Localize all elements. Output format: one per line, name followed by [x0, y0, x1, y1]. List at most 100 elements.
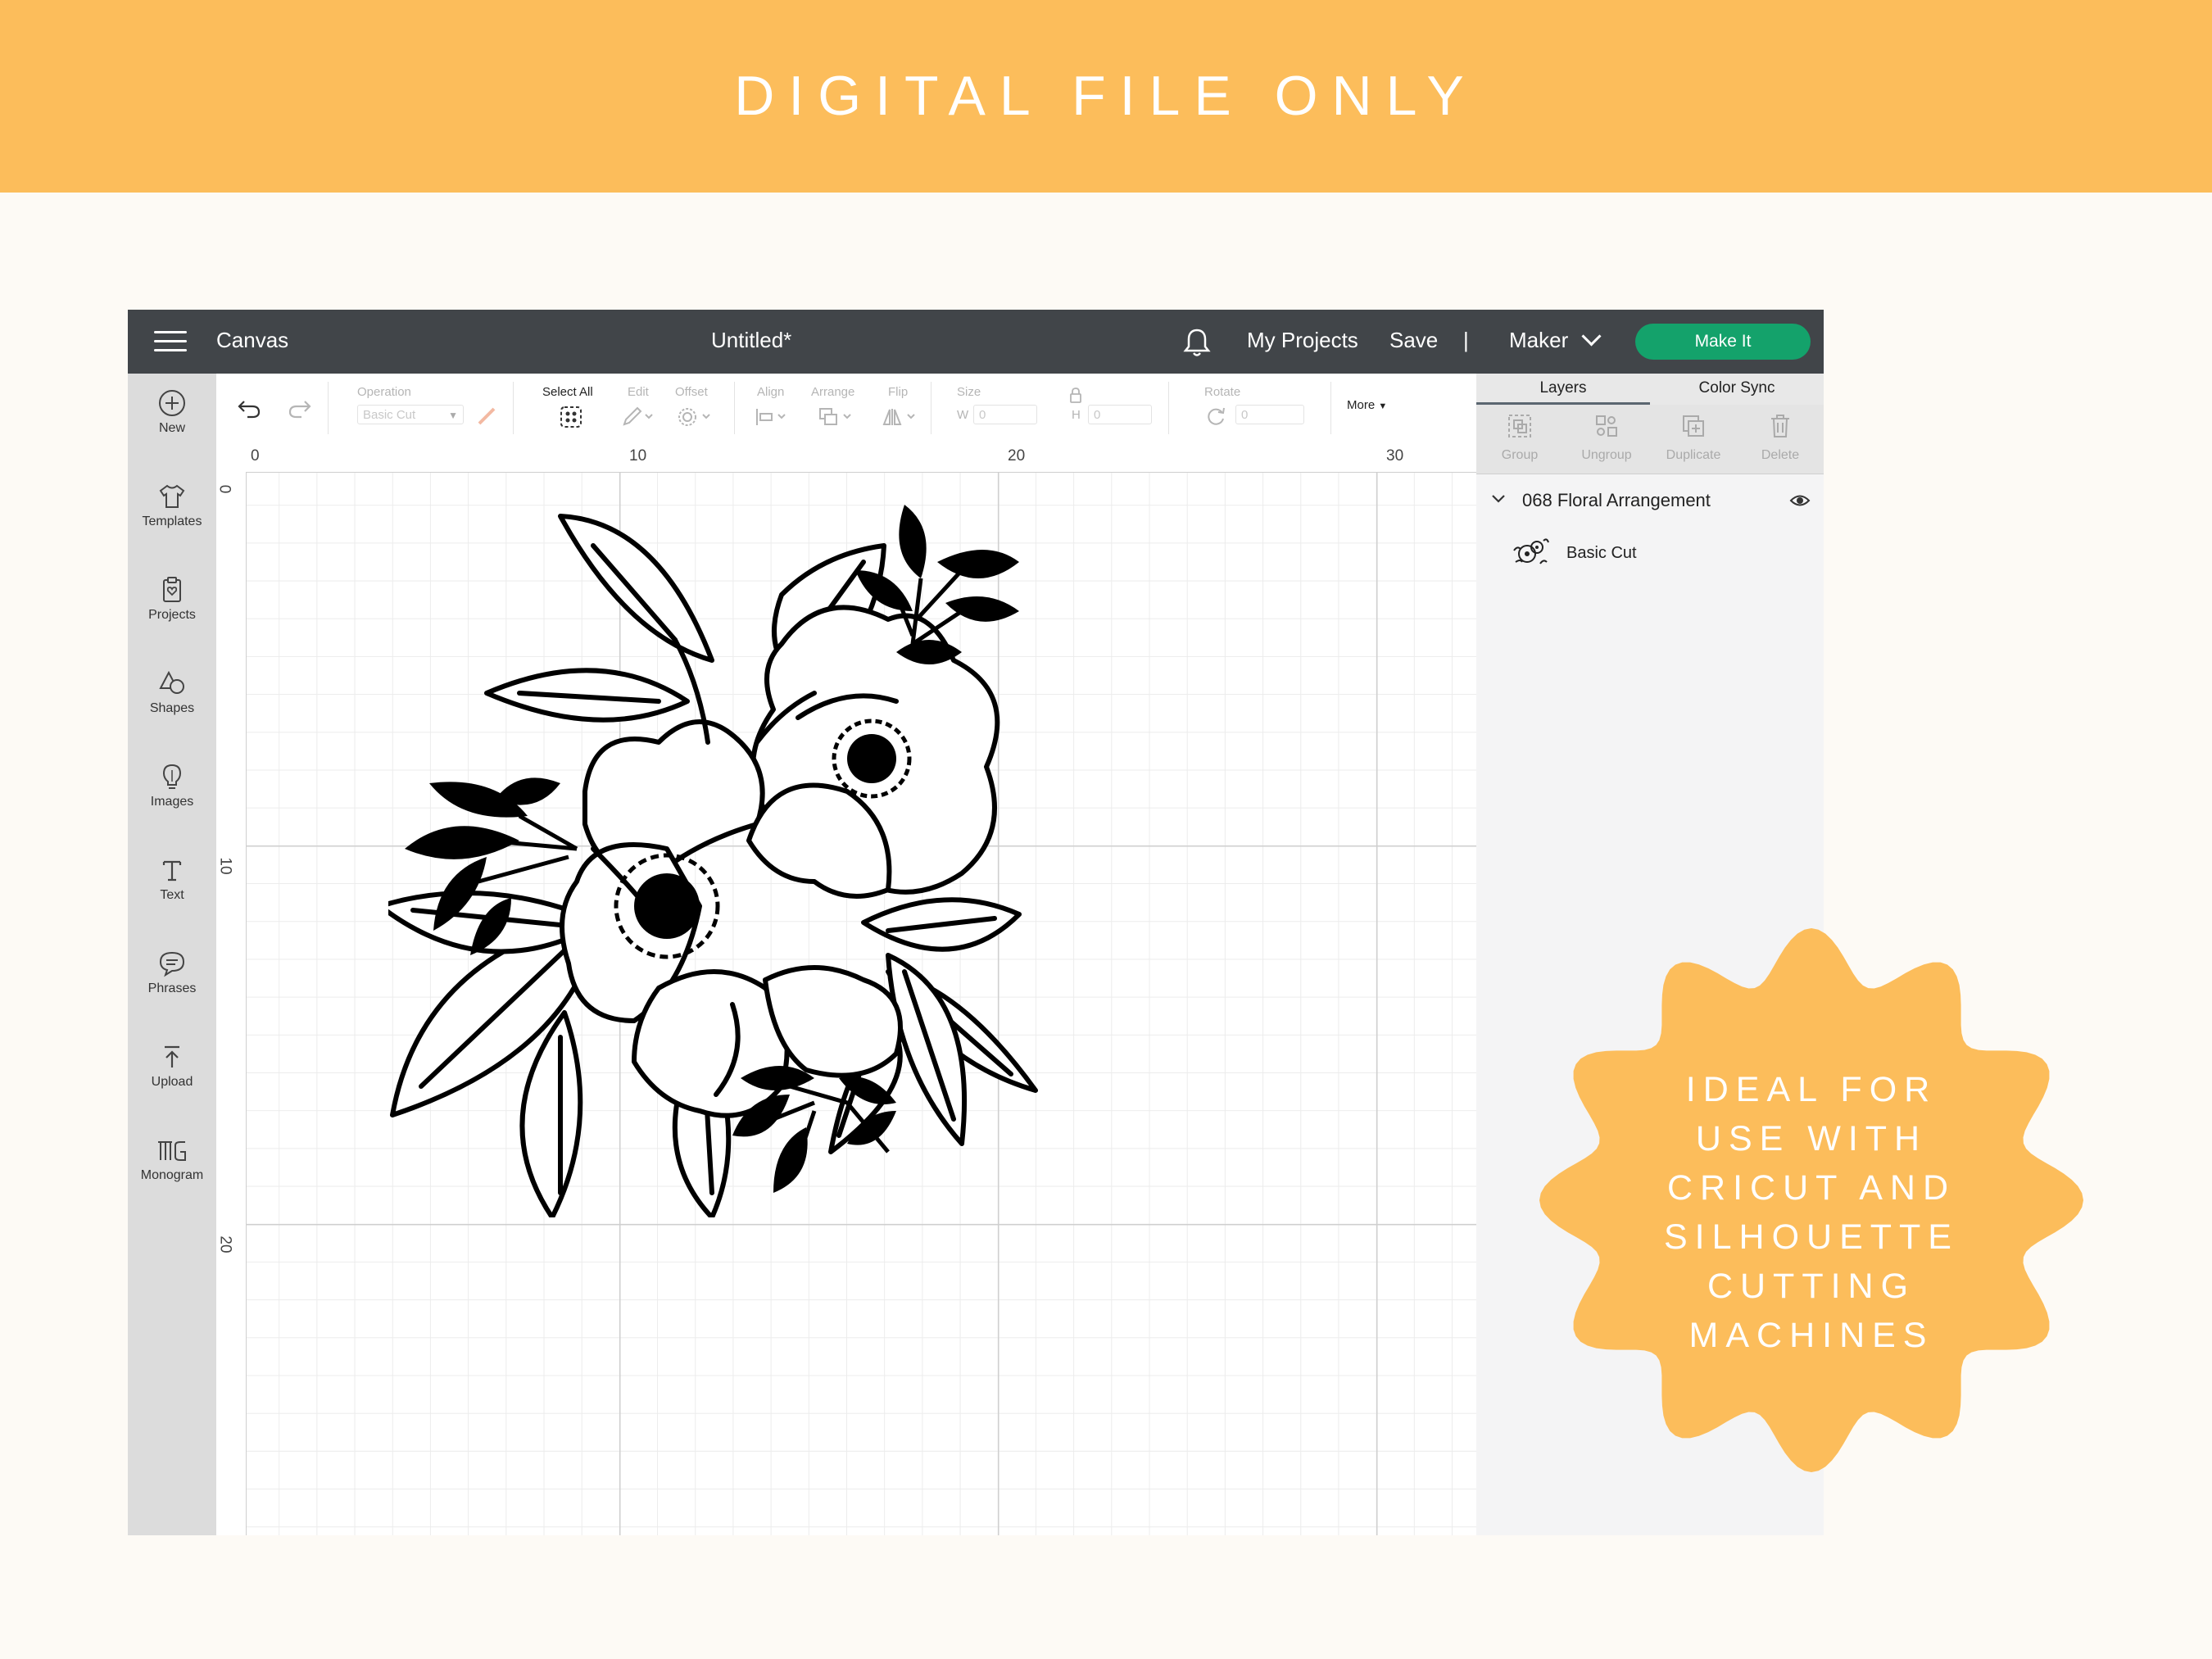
- sidebar-item-projects[interactable]: Projects: [128, 567, 216, 649]
- top-bar: Canvas Untitled* My Projects Save | Make…: [128, 310, 1824, 374]
- sidebar-item-templates[interactable]: Templates: [128, 474, 216, 555]
- offset-icon[interactable]: [677, 406, 713, 428]
- badge-line: CUTTING: [1707, 1267, 1916, 1306]
- operation-label: Operation: [357, 385, 411, 399]
- sidebar-item-label: Text: [160, 888, 184, 902]
- rotate-icon[interactable]: [1204, 405, 1227, 428]
- edit-pencil-icon[interactable]: [621, 406, 655, 428]
- width-value: 0: [979, 408, 986, 422]
- tab-color-sync[interactable]: Color Sync: [1650, 374, 1824, 405]
- height-input[interactable]: 0: [1088, 405, 1152, 424]
- ruler-label: 20: [216, 1235, 234, 1253]
- align-icon[interactable]: [754, 406, 790, 428]
- ungroup-label: Ungroup: [1581, 448, 1632, 462]
- badge-line: CRICUT AND: [1666, 1168, 1956, 1208]
- group-button[interactable]: Group: [1476, 413, 1563, 463]
- group-icon: [1508, 415, 1531, 437]
- ruler-label: 10: [629, 447, 647, 465]
- sidebar-item-phrases[interactable]: Phrases: [128, 941, 216, 1022]
- upload-arrow-icon: [165, 1045, 179, 1067]
- my-projects-link[interactable]: My Projects: [1247, 328, 1358, 353]
- floral-arrangement-image[interactable]: [388, 496, 1175, 1217]
- bell-icon[interactable]: [1183, 328, 1211, 357]
- align-label: Align: [757, 385, 785, 399]
- caret-down-icon: ▼: [1378, 401, 1388, 411]
- sidebar-item-text[interactable]: Text: [128, 847, 216, 929]
- undo-icon[interactable]: [236, 398, 262, 419]
- document-title[interactable]: Untitled*: [711, 328, 791, 353]
- hamburger-menu-icon[interactable]: [154, 331, 187, 352]
- arrange-label: Arrange: [811, 385, 855, 399]
- sidebar-item-images[interactable]: Images: [128, 754, 216, 836]
- app-section-title: Canvas: [216, 328, 289, 352]
- size-label: Size: [957, 385, 981, 399]
- save-button[interactable]: Save: [1389, 328, 1438, 353]
- left-sidebar: New Templates Projects Shapes Images Tex…: [128, 374, 216, 1535]
- monogram-icon: [158, 1141, 186, 1161]
- badge-line: SILHOUETTE: [1664, 1217, 1959, 1257]
- pen-color-icon[interactable]: [477, 406, 496, 426]
- flip-icon[interactable]: [882, 406, 919, 428]
- badge-line: IDEAL FOR: [1685, 1070, 1938, 1109]
- make-it-button[interactable]: Make It: [1635, 324, 1811, 360]
- sidebar-item-label: Shapes: [149, 701, 195, 715]
- chevron-down-icon[interactable]: [1491, 493, 1506, 505]
- topbar-divider: |: [1463, 328, 1469, 352]
- caret-down-icon: ▼: [448, 410, 458, 421]
- ungroup-button[interactable]: Ungroup: [1563, 413, 1650, 463]
- rotate-value: 0: [1241, 408, 1249, 422]
- delete-button[interactable]: Delete: [1737, 413, 1824, 463]
- sidebar-item-label: Images: [150, 795, 194, 809]
- sidebar-item-label: New: [158, 421, 185, 435]
- left-ruler: 0 10 20: [215, 472, 247, 1535]
- eye-icon[interactable]: [1789, 493, 1811, 508]
- offset-label: Offset: [675, 385, 708, 399]
- select-all-icon[interactable]: [559, 405, 583, 429]
- rotate-input[interactable]: 0: [1235, 405, 1304, 424]
- sidebar-item-upload[interactable]: Upload: [128, 1034, 216, 1116]
- layer-item-name: Basic Cut: [1566, 544, 1637, 562]
- ruler-label: 10: [216, 857, 234, 875]
- redo-icon[interactable]: [287, 398, 313, 419]
- shapes-icon: [159, 670, 184, 694]
- layer-group-row[interactable]: 068 Floral Arrangement: [1476, 483, 1824, 519]
- ruler-label: 20: [1008, 447, 1026, 465]
- design-canvas[interactable]: 0 10 20 30 0 10 20: [215, 442, 1476, 1535]
- more-menu[interactable]: More ▼: [1347, 398, 1387, 412]
- sidebar-item-monogram[interactable]: Monogram: [128, 1127, 216, 1209]
- layer-actions: Group Ungroup Duplicate Delete: [1476, 405, 1824, 474]
- speech-bubble-icon: [159, 951, 185, 977]
- width-input[interactable]: 0: [973, 405, 1037, 424]
- layer-item-row[interactable]: Basic Cut: [1476, 529, 1824, 575]
- sidebar-item-label: Templates: [142, 514, 202, 528]
- text-T-icon: [162, 860, 182, 882]
- operation-value: Basic Cut: [363, 408, 416, 422]
- sidebar-item-new[interactable]: New: [128, 380, 216, 462]
- duplicate-icon: [1683, 415, 1704, 437]
- lock-icon[interactable]: [1068, 387, 1083, 403]
- arrange-icon[interactable]: [818, 406, 855, 428]
- plus-circle-icon: [159, 390, 185, 416]
- select-all-label: Select All: [542, 385, 593, 399]
- sidebar-item-label: Monogram: [140, 1168, 204, 1182]
- ruler-label: 0: [251, 447, 260, 465]
- delete-label: Delete: [1761, 448, 1800, 462]
- sidebar-item-label: Projects: [148, 608, 196, 622]
- badge-line: MACHINES: [1688, 1316, 1934, 1355]
- badge-text: IDEAL FOR USE WITH CRICUT AND SILHOUETTE…: [1529, 1065, 2094, 1360]
- machine-select[interactable]: Maker: [1509, 328, 1568, 353]
- floral-thumbnail-icon: [1513, 538, 1549, 564]
- sidebar-item-label: Phrases: [147, 981, 197, 995]
- top-ruler: 0 10 20 30: [216, 442, 1476, 473]
- edit-label: Edit: [628, 385, 649, 399]
- operation-select[interactable]: Basic Cut ▼: [357, 405, 464, 424]
- sidebar-item-shapes[interactable]: Shapes: [128, 660, 216, 742]
- tab-layers[interactable]: Layers: [1476, 374, 1650, 405]
- ungroup-icon: [1596, 415, 1617, 437]
- group-label: Group: [1501, 448, 1539, 462]
- height-value: 0: [1094, 408, 1101, 422]
- duplicate-button[interactable]: Duplicate: [1650, 413, 1737, 463]
- edit-toolbar: Operation Basic Cut ▼ Select All Edit Of…: [216, 374, 1476, 443]
- chevron-down-icon[interactable]: [1581, 326, 1602, 347]
- width-label: W: [957, 408, 969, 422]
